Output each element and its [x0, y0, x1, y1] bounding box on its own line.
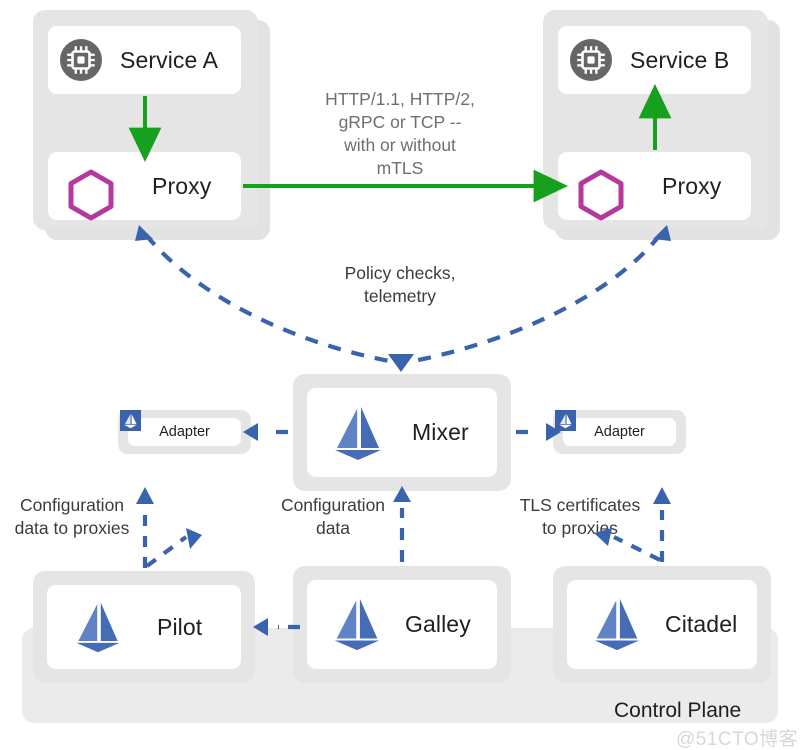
right-adapter-box[interactable]: Adapter — [563, 418, 676, 446]
hexagon-icon — [62, 166, 120, 224]
adapter-badge-icon — [120, 410, 141, 431]
configuration-data-to-proxies-label: Configuration data to proxies — [14, 495, 130, 538]
istio-architecture-diagram: Service A Proxy Service B Proxy Mixer Ad… — [0, 0, 800, 750]
istio-sail-icon — [327, 402, 389, 464]
pilot-box[interactable]: Pilot — [47, 585, 241, 669]
adapter-badge-icon — [555, 410, 576, 431]
galley-label: Galley — [405, 611, 471, 637]
left-proxy-label: Proxy — [152, 172, 212, 199]
istio-sail-icon — [327, 594, 387, 654]
configuration-data-label: Configuration data — [280, 495, 386, 538]
citadel-box[interactable]: Citadel — [567, 580, 757, 669]
cpu-chip-icon — [60, 39, 102, 81]
mixer-box[interactable]: Mixer — [307, 388, 497, 477]
arrow-pilot-to-proxies — [136, 487, 202, 568]
traffic-protocol-label: HTTP/1.1, HTTP/2, gRPC or TCP -- with or… — [325, 89, 475, 178]
service-a-box[interactable]: Service A — [48, 26, 241, 94]
arrowhead-into-mixer — [388, 354, 414, 372]
istio-sail-icon — [587, 594, 647, 654]
cpu-chip-icon — [570, 39, 612, 81]
left-adapter-box[interactable]: Adapter — [128, 418, 241, 446]
citadel-label: Citadel — [665, 611, 738, 637]
pilot-label: Pilot — [157, 613, 203, 640]
istio-sail-icon — [69, 598, 127, 656]
watermark: @51CTO博客 — [676, 729, 799, 750]
hexagon-icon — [572, 166, 630, 224]
policy-telemetry-label: Policy checks, telemetry — [344, 263, 456, 306]
mixer-label: Mixer — [412, 419, 469, 445]
right-adapter-label: Adapter — [594, 424, 645, 440]
service-b-label: Service B — [630, 46, 730, 73]
control-plane-label: Control Plane — [614, 699, 742, 722]
right-proxy-label: Proxy — [662, 172, 722, 199]
left-adapter-label: Adapter — [159, 424, 210, 440]
galley-box[interactable]: Galley — [307, 580, 497, 669]
service-b-box[interactable]: Service B — [558, 26, 751, 94]
service-a-label: Service A — [120, 46, 219, 73]
right-proxy-box[interactable]: Proxy — [558, 152, 751, 221]
tls-certificates-to-proxies-label: TLS certificates to proxies — [519, 495, 641, 538]
left-proxy-box[interactable]: Proxy — [48, 152, 241, 221]
